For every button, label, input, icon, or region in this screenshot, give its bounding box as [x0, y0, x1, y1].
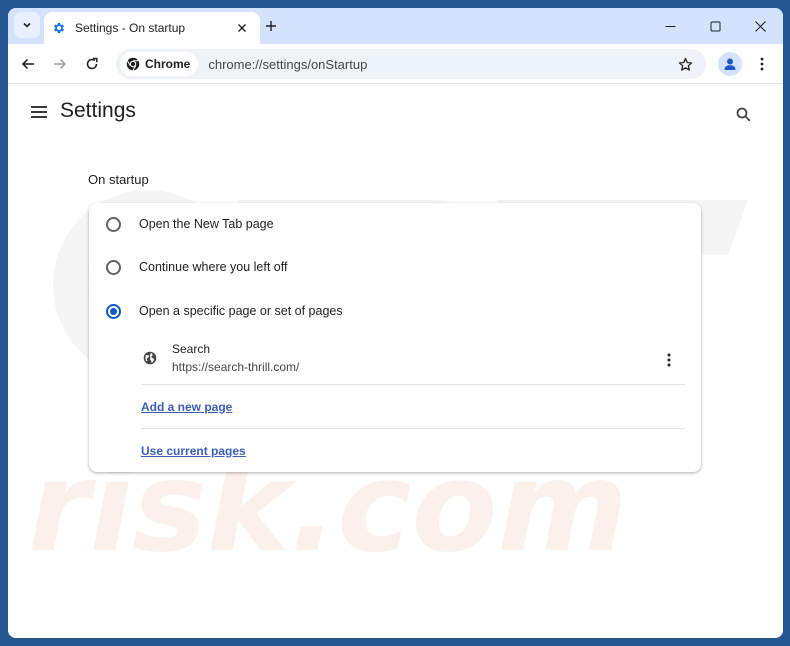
browser-window: Settings - On startup Chrome chrome://se…	[8, 8, 783, 638]
browser-menu-button[interactable]	[752, 52, 772, 76]
arrow-left-icon	[21, 58, 34, 70]
page-title: Settings	[60, 99, 136, 122]
address-bar[interactable]: Chrome chrome://settings/onStartup	[116, 49, 706, 79]
back-button[interactable]	[14, 50, 42, 78]
use-current-pages-link[interactable]: Use current pages	[141, 444, 246, 458]
minimize-icon	[665, 25, 676, 27]
reload-button[interactable]	[78, 50, 106, 78]
radio-button-checked[interactable]	[106, 303, 121, 319]
minimize-button[interactable]	[648, 8, 693, 44]
gear-icon	[52, 21, 66, 35]
site-info-chip[interactable]: Chrome	[120, 52, 199, 76]
radio-label: Continue where you left off	[139, 260, 288, 274]
radio-specific-pages[interactable]: Open a specific page or set of pages	[89, 291, 701, 331]
startup-page-entry: Search https://search-thrill.com/	[141, 339, 685, 385]
main-menu-button[interactable]	[28, 101, 50, 123]
close-icon	[755, 20, 766, 32]
plus-icon	[266, 21, 276, 31]
tab-title: Settings - On startup	[75, 21, 186, 35]
url-text[interactable]: chrome://settings/onStartup	[208, 57, 672, 72]
tab-search-button[interactable]	[14, 12, 40, 38]
kebab-icon	[667, 353, 671, 367]
radio-label: Open a specific page or set of pages	[139, 304, 343, 318]
forward-button[interactable]	[46, 50, 74, 78]
chip-label: Chrome	[145, 57, 191, 71]
add-page-row: Add a new page	[141, 385, 685, 429]
radio-button[interactable]	[106, 259, 121, 275]
reload-icon	[86, 57, 98, 70]
window-controls	[648, 8, 783, 44]
maximize-icon	[710, 21, 721, 31]
page-name: Search	[172, 342, 211, 356]
bookmark-button[interactable]	[672, 51, 698, 77]
tab-strip: Settings - On startup	[8, 8, 783, 44]
page-url: https://search-thrill.com/	[172, 360, 300, 374]
toolbar: Chrome chrome://settings/onStartup	[8, 44, 783, 84]
add-new-page-link[interactable]: Add a new page	[141, 400, 232, 414]
arrow-right-icon	[54, 58, 67, 70]
settings-page: risk.com Settings On startup Open the Ne…	[8, 85, 783, 638]
page-more-actions-button[interactable]	[661, 349, 677, 371]
maximize-button[interactable]	[693, 8, 738, 44]
hamburger-icon	[31, 106, 47, 118]
section-title: On startup	[88, 172, 149, 187]
chevron-down-icon	[23, 22, 31, 28]
radio-open-new-tab[interactable]: Open the New Tab page	[89, 204, 701, 244]
close-window-button[interactable]	[738, 8, 783, 44]
profile-button[interactable]	[718, 52, 742, 76]
star-icon	[678, 57, 692, 71]
radio-button[interactable]	[106, 216, 121, 232]
tab-settings[interactable]: Settings - On startup	[44, 12, 260, 44]
search-icon	[736, 107, 750, 121]
kebab-icon	[760, 57, 764, 71]
radio-continue[interactable]: Continue where you left off	[89, 247, 701, 287]
settings-header: Settings	[8, 85, 783, 141]
chrome-icon	[126, 57, 140, 71]
search-settings-button[interactable]	[732, 103, 754, 125]
close-icon	[238, 24, 246, 32]
new-tab-button[interactable]	[260, 15, 282, 37]
globe-icon	[143, 351, 157, 365]
radio-label: Open the New Tab page	[139, 217, 274, 231]
use-current-row: Use current pages	[141, 429, 685, 473]
person-icon	[724, 58, 736, 70]
tab-close-button[interactable]	[232, 18, 252, 38]
startup-options-card: Open the New Tab page Continue where you…	[89, 203, 701, 472]
